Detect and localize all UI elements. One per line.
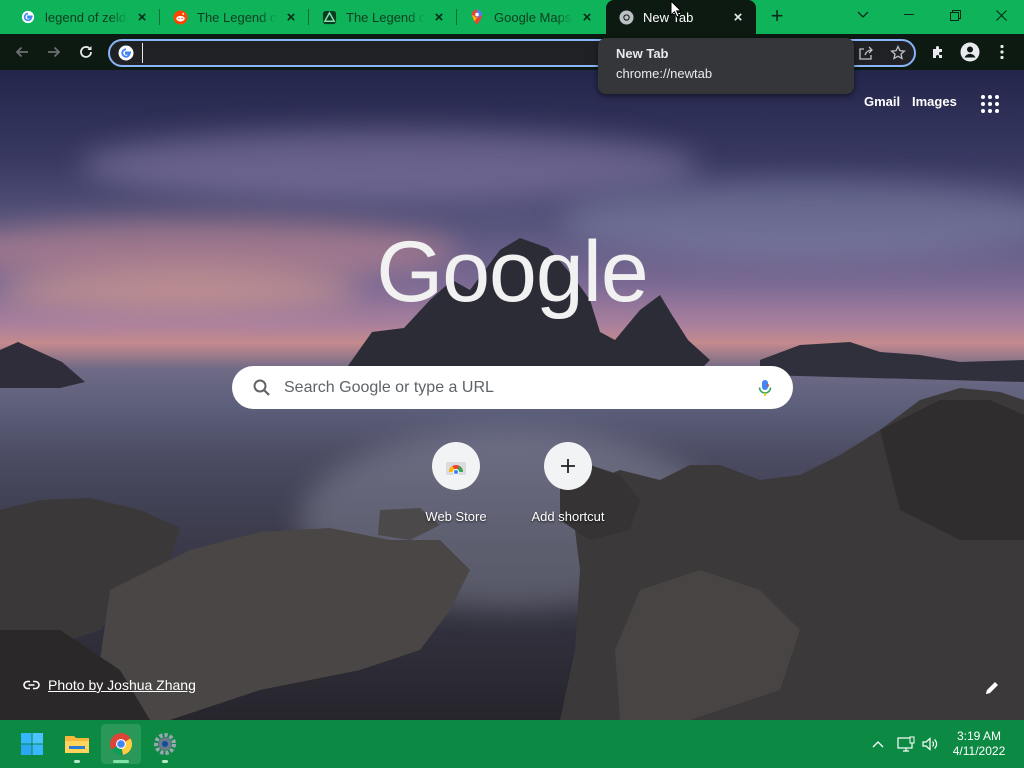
shortcut-label: Web Store <box>425 509 487 524</box>
tab-title: The Legend of Zelda <box>197 9 277 25</box>
voice-search-icon[interactable] <box>755 378 775 398</box>
new-tab-button[interactable]: + <box>766 5 788 28</box>
edit-pencil-icon[interactable] <box>983 679 1001 697</box>
reload-button[interactable] <box>74 40 98 64</box>
tab-reddit-zelda[interactable]: The Legend of Zelda × <box>160 0 309 34</box>
volume-icon[interactable] <box>920 734 940 754</box>
photo-attribution[interactable]: Photo by Joshua Zhang <box>23 677 196 693</box>
photo-credit-link[interactable]: Photo by Joshua Zhang <box>48 677 196 693</box>
show-hidden-icons-chevron-icon[interactable] <box>870 734 886 754</box>
search-box[interactable]: Search Google or type a URL <box>232 366 793 409</box>
close-tab-icon[interactable]: × <box>431 9 447 26</box>
taskbar-file-explorer[interactable] <box>57 724 97 764</box>
minimize-button[interactable] <box>886 0 932 30</box>
clock-date: 4/11/2022 <box>952 744 1006 758</box>
google-maps-icon <box>469 9 485 25</box>
close-tab-icon[interactable]: × <box>730 9 746 26</box>
search-placeholder: Search Google or type a URL <box>284 378 494 396</box>
shortcut-add[interactable]: Add shortcut <box>513 442 623 524</box>
chrome-icon <box>618 9 634 25</box>
tab-strip: legend of zelda × The Legend of Zelda × … <box>0 0 1024 34</box>
clock-time: 3:19 AM <box>956 729 1002 743</box>
running-indicator <box>113 760 129 763</box>
tab-zelda-site[interactable]: The Legend of Zelda × <box>309 0 457 34</box>
tab-legend-of-zelda-search[interactable]: legend of zelda × <box>8 0 160 34</box>
shortcut-web-store[interactable]: Web Store <box>401 442 511 524</box>
tab-hover-tooltip: New Tab chrome://newtab <box>598 38 854 94</box>
shortcut-label: Add shortcut <box>531 509 605 524</box>
network-icon[interactable] <box>896 734 916 754</box>
close-tab-icon[interactable]: × <box>134 9 150 26</box>
link-icon <box>23 680 40 690</box>
settings-icon <box>154 733 176 755</box>
mouse-cursor-icon <box>670 0 682 18</box>
google-logo: Google <box>376 224 648 320</box>
search-icon <box>253 379 270 396</box>
menu-kebab-icon[interactable] <box>990 40 1014 64</box>
images-link[interactable]: Images <box>912 94 957 109</box>
bookmark-star-icon[interactable] <box>888 44 908 62</box>
close-tab-icon[interactable]: × <box>283 9 299 26</box>
running-indicator <box>162 760 168 763</box>
restore-button[interactable] <box>932 0 978 30</box>
plus-icon <box>544 442 592 490</box>
taskbar-settings[interactable] <box>145 724 185 764</box>
tab-title: Google Maps <box>494 9 572 25</box>
file-explorer-icon <box>65 736 89 753</box>
google-icon <box>20 9 36 25</box>
profile-avatar[interactable] <box>958 40 982 64</box>
system-clock[interactable]: 3:19 AM 4/11/2022 <box>944 729 1014 759</box>
tooltip-title: New Tab <box>616 46 669 61</box>
zelda-site-icon <box>321 9 337 25</box>
google-apps-icon[interactable] <box>981 95 999 113</box>
extensions-icon[interactable] <box>926 40 950 64</box>
taskbar-chrome[interactable] <box>101 724 141 764</box>
gmail-link[interactable]: Gmail <box>864 94 900 109</box>
tab-title: The Legend of Zelda <box>346 9 425 25</box>
google-icon <box>118 45 134 61</box>
close-window-button[interactable] <box>978 0 1024 30</box>
back-button[interactable] <box>10 40 34 64</box>
web-store-icon <box>432 442 480 490</box>
running-indicator <box>74 760 80 763</box>
reddit-icon <box>172 9 188 25</box>
chrome-icon <box>110 733 133 756</box>
tab-google-maps[interactable]: Google Maps × <box>457 0 605 34</box>
forward-button[interactable] <box>42 40 66 64</box>
tooltip-url: chrome://newtab <box>616 66 713 81</box>
tab-title: New Tab <box>643 9 694 25</box>
share-icon[interactable] <box>856 44 876 62</box>
start-icon <box>21 733 43 755</box>
start-button[interactable] <box>12 724 52 764</box>
close-tab-icon[interactable]: × <box>579 9 595 26</box>
tab-title: legend of zelda <box>45 9 128 25</box>
tab-search-icon[interactable] <box>840 0 886 30</box>
